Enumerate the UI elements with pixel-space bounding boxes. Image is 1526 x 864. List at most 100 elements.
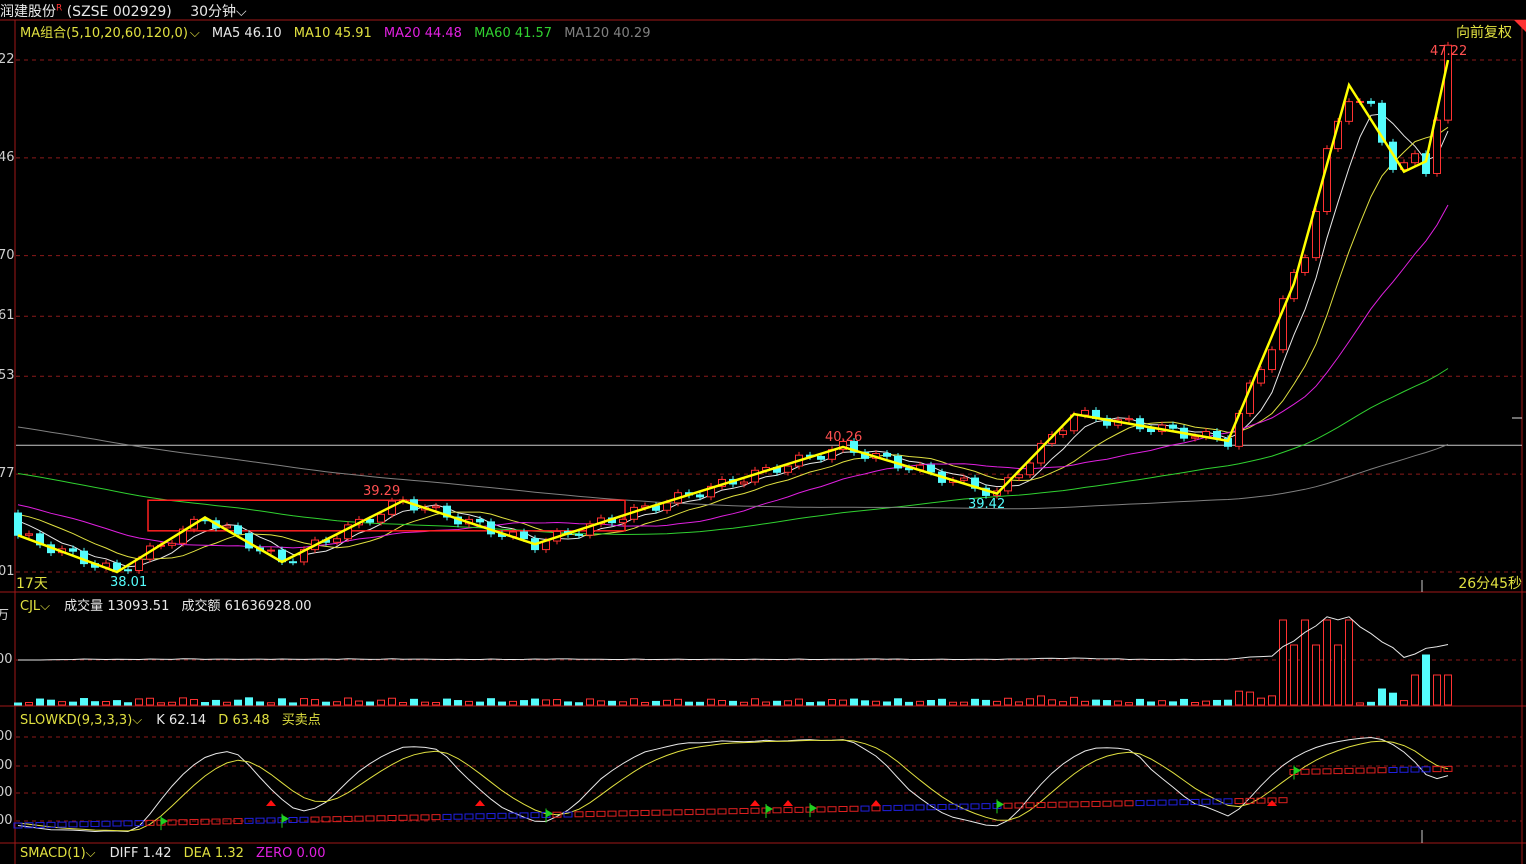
buy-signal-icon [475,800,485,806]
volume-bar [1235,690,1243,706]
volume-bar [1136,698,1144,706]
signal-box-up [794,806,804,813]
chevron-down-icon[interactable]: ⌵ [132,713,142,728]
signal-box-up [354,815,364,822]
volume-bar [201,702,209,706]
signal-box-up [1311,768,1321,775]
signal-box-up [365,815,375,822]
volume-bar [729,700,737,706]
signal-box-down [123,820,133,827]
candle-down [124,569,132,572]
volume-bar [927,699,935,706]
signal-box-up [585,811,595,818]
volume-bar [36,698,44,706]
volume-bar [168,701,176,706]
candle-down [69,548,77,552]
volume-bar [344,697,352,706]
ma60-line [17,368,1449,536]
volume-bar [1202,700,1210,706]
signal-box-down [937,804,947,811]
volume-bar [1081,700,1089,706]
volume-bar [388,697,396,706]
signal-box-up [1003,802,1013,809]
volume-bar [465,700,473,706]
kd-axis-label: 00 [0,758,13,773]
y-axis-label: 61 [0,308,15,324]
candle-up [1059,430,1067,436]
candle-up [432,505,440,509]
signal-box-down [959,803,969,810]
diff-value: DIFF 1.42 [109,846,172,861]
candle-up [25,533,33,536]
volume-bar [575,702,583,706]
low-price-label: 39.42 [968,497,1006,512]
signal-box-up [1113,800,1123,807]
volume-bar [102,701,110,706]
period-label: 30分钟 [190,4,237,20]
volume-bar [157,702,165,706]
chevron-down-icon[interactable]: ⌵ [190,26,200,41]
signal-box-up [1278,797,1288,804]
signal-box-up [574,811,584,818]
period-selector[interactable]: 30分钟⌵ [190,4,246,20]
signal-box-up [706,808,716,815]
volume-bar [256,701,264,706]
volume-bar [278,698,286,706]
volume-bar [487,698,495,706]
ma-indicator-selector[interactable]: MA组合(5,10,20,60,120,0) [20,26,188,41]
volume-bar [410,698,418,706]
stock-chart[interactable] [0,0,1526,864]
volume-bar [806,702,814,706]
stock-flag: R [56,3,63,14]
volume-bar [740,701,748,706]
amount-value: 61636928.00 [224,599,312,614]
volume-bar [839,699,847,706]
volume-bar [1158,700,1166,706]
volume-bar [916,700,924,706]
kd-axis-label: 00 [0,813,13,828]
volume-bar [630,698,638,706]
volume-legend: CJL⌵ 成交量 13093.51 成交额 61636928.00 [20,595,311,614]
candle-up [1257,369,1265,384]
volume-bar [795,698,803,706]
signal-box-up [1432,766,1442,773]
signal-box-up [662,809,672,816]
signal-box-up [1322,768,1332,775]
signal-box-up [1333,768,1343,775]
volume-bar [399,702,407,706]
volume-bar [113,700,121,706]
volume-bar [234,699,242,706]
ma10-value: MA10 45.91 [293,26,372,41]
volume-bar [597,700,605,706]
volume-bar [542,699,550,706]
candle-down [14,512,22,536]
volume-bar [1290,644,1298,706]
ma20-value: MA20 44.48 [383,26,462,41]
signal-box-up [717,808,727,815]
volume-indicator-selector[interactable]: CJL [20,599,40,614]
volume-bar [1400,700,1408,706]
signal-box-up [1102,800,1112,807]
volume-bar [531,698,539,706]
macd-indicator-selector[interactable]: SMACD(1) [20,846,86,861]
volume-bar [1444,674,1452,706]
signal-box-up [618,810,628,817]
signal-box-down [464,813,474,820]
chevron-down-icon[interactable]: ⌵ [40,599,50,614]
volume-bar [1092,699,1100,706]
y-axis-label: 46 [0,149,15,165]
volume-bar [1268,695,1276,706]
volume-bar [1015,701,1023,706]
adjust-mode-button[interactable]: 向前复权 [1456,22,1512,42]
chevron-down-icon[interactable]: ⌵ [86,846,96,861]
volume-bar [784,700,792,706]
kd-axis-label: 00 [0,729,13,744]
signal-box-up [178,819,188,826]
signal-box-up [816,806,826,813]
volume-bar [1026,698,1034,706]
signal-box-down [1410,766,1420,773]
kd-indicator-selector[interactable]: SLOWKD(9,3,3,3) [20,713,132,728]
volume-label: 成交量 [64,599,104,614]
volume-bar [476,701,484,706]
signal-box-down [1223,798,1233,805]
